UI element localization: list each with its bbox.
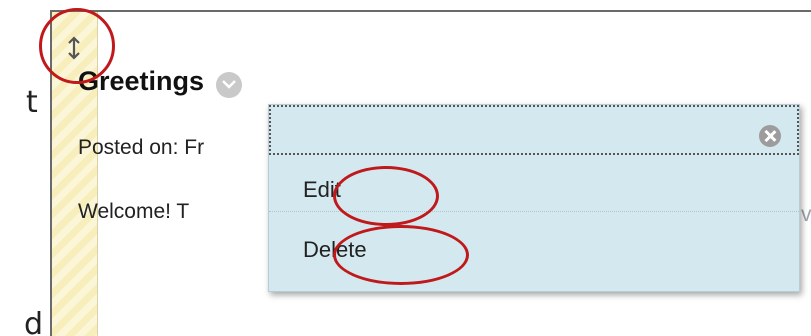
menu-item-delete-label: Delete (303, 237, 367, 262)
item-title: Greetings (78, 65, 205, 96)
item-title-row: Greetings (78, 64, 243, 98)
menu-header (269, 105, 799, 155)
menu-item-delete[interactable]: Delete (269, 227, 799, 271)
item-body-text: Welcome! T (78, 200, 190, 223)
chevron-down-icon[interactable] (216, 72, 243, 98)
item-context-menu: Edit Delete (268, 104, 800, 292)
item-body-trailing-text: v (801, 203, 811, 226)
slide-fragment-top: t (26, 85, 38, 120)
drag-handle-icon[interactable] (60, 34, 88, 62)
menu-item-edit-label: Edit (303, 177, 341, 202)
close-icon[interactable] (759, 125, 781, 147)
slide-fragment-bottom: d (24, 307, 44, 336)
posted-on-text: Posted on: Fr (78, 136, 205, 159)
menu-item-edit[interactable]: Edit (269, 167, 799, 212)
screenshot-stage: t d Greetings Posted on: Fr Welcome! T v (0, 0, 811, 336)
drag-strip[interactable] (52, 12, 98, 336)
